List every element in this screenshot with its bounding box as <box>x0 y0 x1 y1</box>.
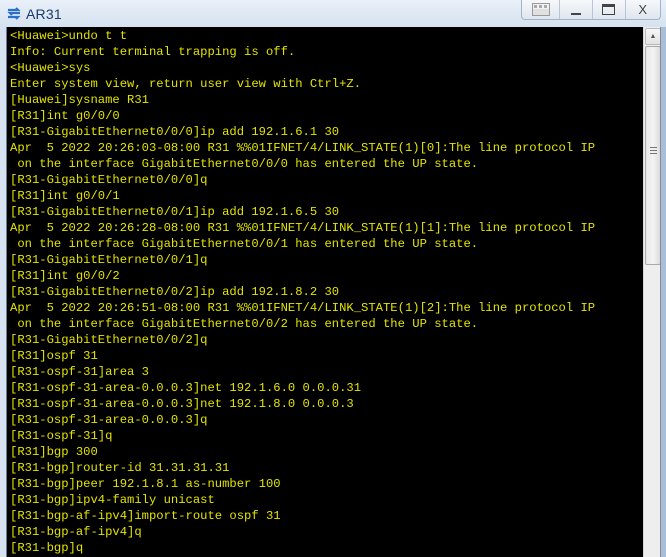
terminal-line: [R31-ospf-31-area-0.0.0.3]net 192.1.8.0 … <box>10 397 354 411</box>
terminal-line: [R31]int g0/0/2 <box>10 269 120 283</box>
terminal-line: [R31-ospf-31-area-0.0.0.3]net 192.1.6.0 … <box>10 381 362 395</box>
terminal-line: on the interface GigabitEthernet0/0/2 ha… <box>10 317 479 331</box>
terminal-line: Info: Current terminal trapping is off. <box>10 45 296 59</box>
terminal-line: Apr 5 2022 20:26:51-08:00 R31 %%01IFNET/… <box>10 301 596 315</box>
window-right-border <box>660 27 666 557</box>
terminal-line: [R31-ospf-31-area-0.0.0.3]q <box>10 413 208 427</box>
terminal-line: [R31-ospf-31]q <box>10 429 113 443</box>
scrollbar-grip-icon <box>650 147 657 156</box>
router-icon <box>7 7 21 20</box>
terminal-line: [R31-GigabitEthernet0/0/0]q <box>10 173 208 187</box>
terminal-line: [R31-bgp-af-ipv4]import-route ospf 31 <box>10 509 281 523</box>
terminal-line: [R31]int g0/0/0 <box>10 109 120 123</box>
scroll-up-arrow-icon: ▲ <box>649 33 657 40</box>
terminal-line: Enter system view, return user view with… <box>10 77 362 91</box>
terminal-line: [R31]int g0/0/1 <box>10 189 120 203</box>
minimize-button[interactable] <box>560 0 593 19</box>
terminal-line: on the interface GigabitEthernet0/0/1 ha… <box>10 237 479 251</box>
window-controls: X <box>521 0 661 20</box>
terminal-line: on the interface GigabitEthernet0/0/0 ha… <box>10 157 479 171</box>
terminal-line: Apr 5 2022 20:26:03-08:00 R31 %%01IFNET/… <box>10 141 596 155</box>
terminal-line: Apr 5 2022 20:26:28-08:00 R31 %%01IFNET/… <box>10 221 596 235</box>
terminal-line: [R31-GigabitEthernet0/0/0]ip add 192.1.6… <box>10 125 340 139</box>
terminal-line: [R31-GigabitEthernet0/0/1]ip add 192.1.6… <box>10 205 340 219</box>
terminal-line: [R31-GigabitEthernet0/0/1]q <box>10 253 208 267</box>
layout-icon <box>531 3 550 16</box>
maximize-button[interactable] <box>593 0 626 19</box>
terminal-line: <Huawei>undo t t <box>10 29 128 43</box>
terminal-output: <Huawei>undo t t Info: Current terminal t… <box>10 28 595 556</box>
close-button[interactable]: X <box>626 0 660 19</box>
terminal-line: [Huawei]sysname R31 <box>10 93 149 107</box>
restore-layout-button[interactable] <box>522 0 561 19</box>
vertical-scrollbar[interactable]: ▲ <box>643 27 661 557</box>
terminal-line: [R31-bgp]q <box>10 541 84 555</box>
scroll-up-button[interactable]: ▲ <box>645 28 661 45</box>
terminal-line: [R31-bgp]router-id 31.31.31.31 <box>10 461 230 475</box>
terminal-line: [R31]ospf 31 <box>10 349 98 363</box>
terminal-line: [R31-bgp]peer 192.1.8.1 as-number 100 <box>10 477 281 491</box>
title-bar[interactable]: AR31 X <box>0 0 666 27</box>
terminal-line: [R31-bgp-af-ipv4]q <box>10 525 142 539</box>
scrollbar-thumb[interactable] <box>645 46 661 265</box>
terminal-line: [R31-GigabitEthernet0/0/2]q <box>10 333 208 347</box>
terminal-line: [R31-GigabitEthernet0/0/2]ip add 192.1.8… <box>10 285 340 299</box>
terminal-console[interactable]: <Huawei>undo t t Info: Current terminal t… <box>6 27 643 557</box>
minimize-icon <box>571 12 582 15</box>
close-icon: X <box>638 2 648 17</box>
maximize-icon <box>602 4 616 15</box>
terminal-line: [R31]bgp 300 <box>10 445 98 459</box>
window-title: AR31 <box>26 6 62 22</box>
terminal-line: <Huawei>sys <box>10 61 91 75</box>
terminal-line: [R31-ospf-31]area 3 <box>10 365 149 379</box>
terminal-line: [R31-bgp]ipv4-family unicast <box>10 493 215 507</box>
